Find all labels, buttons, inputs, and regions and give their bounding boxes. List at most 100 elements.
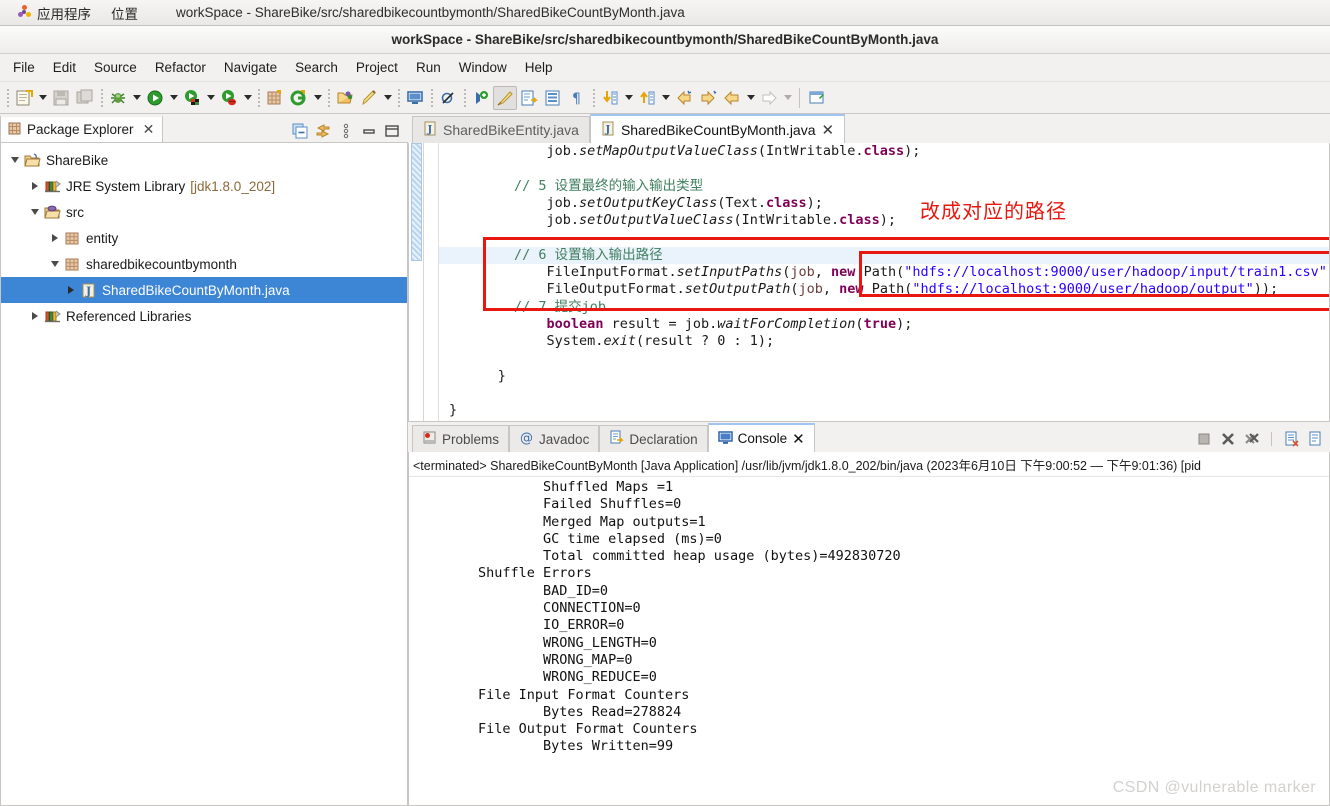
menu-file[interactable]: File: [4, 56, 44, 79]
tree-item-entity[interactable]: entity: [1, 225, 407, 251]
chevron-right-icon[interactable]: [27, 312, 43, 320]
toggle-mark-occurrences-icon[interactable]: [493, 85, 517, 110]
code-token: setOutputPath: [684, 281, 791, 298]
tab-sharedbikecountbymonth-java[interactable]: J SharedBikeCountByMonth.java ✕: [589, 114, 846, 143]
tab-package-explorer[interactable]: Package Explorer ✕: [0, 115, 164, 142]
external-tools-dropdown[interactable]: [204, 86, 217, 110]
clear-console-icon[interactable]: [1282, 429, 1302, 449]
places-menu[interactable]: 位置: [101, 1, 148, 25]
tree-item-sharedbikecountbymonth-java[interactable]: J SharedBikeCountByMonth.java: [1, 277, 407, 303]
watermark-text: CSDN @vulnerable marker: [1112, 779, 1316, 796]
terminate-icon: [1194, 429, 1214, 449]
toolbar-separator: [394, 88, 403, 108]
previous-edit-dropdown[interactable]: [659, 86, 672, 110]
code-token: (: [790, 281, 799, 298]
menu-search[interactable]: Search: [286, 56, 347, 79]
applications-menu[interactable]: 应用程序: [8, 1, 101, 25]
debug-icon[interactable]: [106, 86, 130, 110]
menu-refactor[interactable]: Refactor: [146, 56, 215, 79]
code-token: boolean: [546, 315, 604, 332]
chevron-down-icon[interactable]: [27, 209, 43, 215]
console-tab-label: Problems: [442, 431, 500, 447]
window-titlebar: workSpace - ShareBike/src/sharedbikecoun…: [0, 26, 1330, 54]
pin-editor-icon[interactable]: [805, 86, 829, 110]
chevron-right-icon[interactable]: [63, 286, 79, 294]
next-annotation-icon[interactable]: [469, 86, 493, 110]
run-icon[interactable]: [143, 86, 167, 110]
package-explorer-tree[interactable]: ShareBike JRE System Library [jdk1.8.0_2…: [0, 142, 408, 806]
code-token: (IntWritable.: [757, 143, 864, 159]
close-icon[interactable]: ✕: [792, 430, 805, 448]
link-with-editor-icon[interactable]: [314, 122, 331, 139]
coverage-dropdown[interactable]: [241, 86, 254, 110]
new-java-project-icon[interactable]: [263, 86, 287, 110]
close-icon[interactable]: ✕: [822, 121, 835, 139]
menu-source[interactable]: Source: [85, 56, 146, 79]
new-annotation-icon[interactable]: [287, 86, 311, 110]
run-coverage-icon[interactable]: [217, 86, 241, 110]
open-task-icon[interactable]: [403, 86, 427, 110]
code-token: job.: [449, 194, 580, 211]
code-token: new: [831, 264, 856, 281]
tree-item-referenced-libraries[interactable]: Referenced Libraries: [1, 303, 407, 329]
save-icon[interactable]: [49, 86, 73, 110]
chevron-down-icon[interactable]: [47, 261, 63, 267]
editor-body[interactable]: job.setMapOutputValueClass(IntWritable.c…: [408, 143, 1330, 422]
remove-launch-icon[interactable]: [1218, 429, 1238, 449]
console-body[interactable]: <terminated> SharedBikeCountByMonth [Jav…: [408, 452, 1330, 806]
previous-edit-icon[interactable]: [635, 86, 659, 110]
menu-run[interactable]: Run: [407, 56, 450, 79]
search-dropdown[interactable]: [381, 86, 394, 110]
new-wizard-icon[interactable]: [12, 86, 36, 110]
menu-window[interactable]: Window: [450, 56, 516, 79]
back-dropdown[interactable]: [744, 86, 757, 110]
chevron-down-icon[interactable]: [7, 157, 23, 163]
next-edit-dropdown[interactable]: [622, 86, 635, 110]
maximize-icon[interactable]: [383, 122, 400, 139]
remove-all-terminated-icon[interactable]: [1242, 429, 1262, 449]
new-annotation-dropdown[interactable]: [311, 86, 324, 110]
svg-text:J: J: [427, 125, 433, 136]
tree-item-sharebike[interactable]: ShareBike: [1, 147, 407, 173]
tree-item-sharedbikecountbymonth[interactable]: sharedbikecountbymonth: [1, 251, 407, 277]
new-wizard-dropdown[interactable]: [36, 86, 49, 110]
run-external-tools-icon[interactable]: [180, 86, 204, 110]
toolbar-separator: [97, 88, 106, 108]
chevron-right-icon[interactable]: [47, 234, 63, 242]
tab-sharedbikeentity-java[interactable]: J SharedBikeEntity.java: [412, 116, 590, 143]
menu-navigate[interactable]: Navigate: [215, 56, 286, 79]
tree-item-jre-system-library[interactable]: JRE System Library [jdk1.8.0_202]: [1, 173, 407, 199]
collapse-all-icon[interactable]: [291, 122, 308, 139]
scroll-lock-icon[interactable]: [1306, 429, 1326, 449]
tab-console[interactable]: Console ✕: [707, 423, 815, 452]
open-declaration-icon[interactable]: [517, 86, 541, 110]
chevron-right-icon[interactable]: [27, 182, 43, 190]
next-edit-icon[interactable]: [598, 86, 622, 110]
skip-all-breakpoints-icon[interactable]: [436, 86, 460, 110]
tab-javadoc[interactable]: @ Javadoc: [509, 425, 600, 452]
debug-dropdown[interactable]: [130, 86, 143, 110]
show-whitespace-icon[interactable]: ¶: [565, 86, 589, 110]
run-dropdown[interactable]: [167, 86, 180, 110]
search-icon[interactable]: [357, 86, 381, 110]
tab-problems[interactable]: Problems: [412, 425, 510, 452]
toolbar-separator: [589, 88, 598, 108]
tab-declaration[interactable]: Declaration: [599, 425, 708, 452]
save-all-icon[interactable]: [73, 86, 97, 110]
code-token: Path(: [863, 281, 913, 298]
code-token: new: [839, 281, 864, 298]
menu-project[interactable]: Project: [347, 56, 407, 79]
source-code[interactable]: job.setMapOutputValueClass(IntWritable.c…: [439, 143, 1329, 421]
last-edit-location-icon[interactable]: [672, 86, 696, 110]
forward-location-icon[interactable]: [696, 86, 720, 110]
menu-help[interactable]: Help: [516, 56, 562, 79]
tree-item-src[interactable]: src: [1, 199, 407, 225]
show-outline-icon[interactable]: [541, 86, 565, 110]
close-icon[interactable]: ✕: [143, 121, 155, 138]
menu-edit[interactable]: Edit: [44, 56, 85, 79]
back-icon[interactable]: [720, 86, 744, 110]
open-type-icon[interactable]: [333, 86, 357, 110]
minimize-icon[interactable]: [360, 122, 377, 139]
view-menu-icon[interactable]: [337, 122, 354, 139]
